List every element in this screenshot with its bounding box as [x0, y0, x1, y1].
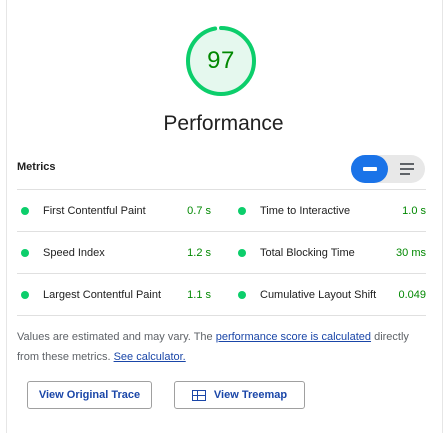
metrics-row-divider — [17, 273, 426, 274]
button-label: View Original Trace — [38, 389, 141, 401]
metric-label: Cumulative Layout Shift — [260, 289, 377, 301]
metric-cumulative-layout-shift: Cumulative Layout Shift 0.049 — [238, 287, 426, 303]
right-border — [442, 0, 443, 433]
pass-indicator-icon — [21, 291, 29, 299]
toggle-expanded-option[interactable] — [388, 155, 425, 183]
metric-label: First Contentful Paint — [43, 205, 146, 217]
view-original-trace-button[interactable]: View Original Trace — [27, 381, 152, 409]
category-title: Performance — [163, 112, 284, 135]
pass-indicator-icon — [21, 207, 29, 215]
pass-indicator-icon — [21, 249, 29, 257]
metric-speed-index: Speed Index 1.2 s — [21, 245, 211, 261]
metric-value: 0.7 s — [187, 205, 211, 217]
score-calculated-link[interactable]: performance score is calculated — [216, 331, 371, 343]
metric-label: Total Blocking Time — [260, 247, 355, 259]
metric-total-blocking-time: Total Blocking Time 30 ms — [238, 245, 426, 261]
compact-view-icon — [362, 167, 377, 171]
estimate-note: Values are estimated and may vary. The p… — [17, 327, 427, 367]
metric-largest-contentful-paint: Largest Contentful Paint 1.1 s — [21, 287, 211, 303]
metric-label: Largest Contentful Paint — [43, 289, 162, 301]
treemap-icon — [191, 389, 206, 401]
metrics-view-toggle[interactable] — [351, 155, 425, 183]
toggle-compact-option[interactable] — [351, 155, 388, 183]
metric-label: Time to Interactive — [260, 205, 351, 217]
metric-value: 1.2 s — [187, 247, 211, 259]
left-border — [6, 0, 7, 433]
pass-indicator-icon — [238, 207, 246, 215]
metric-value: 1.0 s — [402, 205, 426, 217]
metrics-divider — [17, 189, 426, 190]
expanded-view-icon — [399, 163, 414, 175]
metric-first-contentful-paint: First Contentful Paint 0.7 s — [21, 203, 211, 219]
metrics-heading: Metrics — [17, 161, 56, 173]
metrics-bottom-divider — [17, 315, 426, 316]
metric-label: Speed Index — [43, 247, 105, 259]
see-calculator-link[interactable]: See calculator. — [114, 351, 186, 363]
metric-value: 0.049 — [398, 289, 426, 301]
metrics-row-divider — [17, 231, 426, 232]
note-text: Values are estimated and may vary. The — [17, 331, 216, 343]
button-label: View Treemap — [213, 389, 288, 401]
pass-indicator-icon — [238, 249, 246, 257]
view-treemap-button[interactable]: View Treemap — [174, 381, 305, 409]
score-value: 97 — [207, 47, 235, 74]
metric-value: 1.1 s — [187, 289, 211, 301]
score-gauge: 97 — [185, 25, 257, 97]
metric-value: 30 ms — [396, 247, 426, 259]
pass-indicator-icon — [238, 291, 246, 299]
metric-time-to-interactive: Time to Interactive 1.0 s — [238, 203, 426, 219]
